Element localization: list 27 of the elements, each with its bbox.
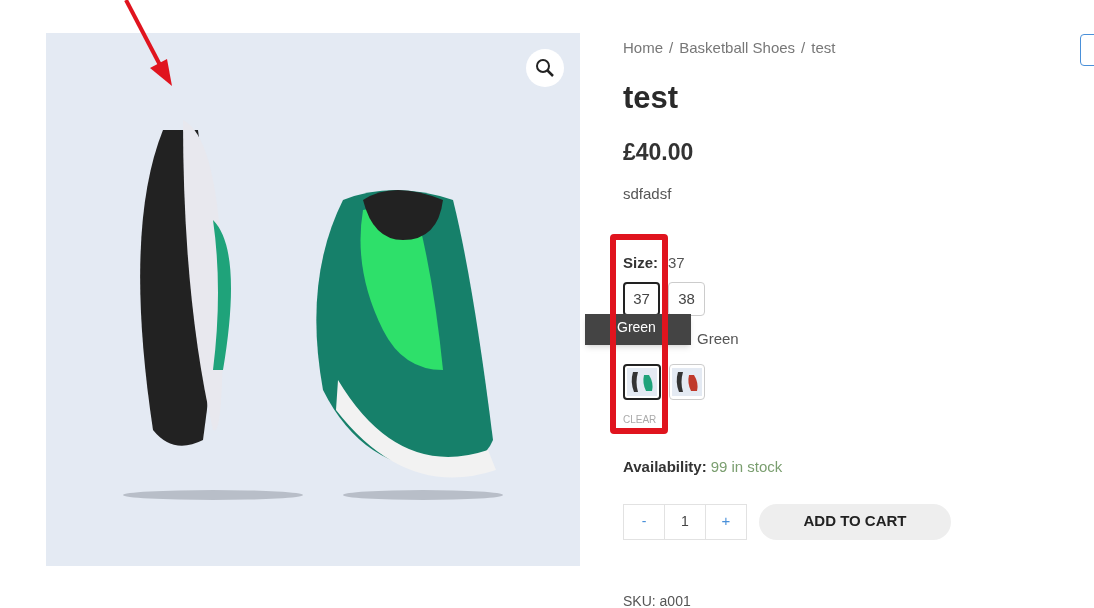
breadcrumb-link[interactable]: test — [811, 37, 836, 60]
product-description: sdfadsf — [623, 184, 673, 204]
shoe-thumbnail — [627, 368, 657, 396]
availability-value: 99 in stock — [710, 457, 783, 477]
add-to-cart-button[interactable]: ADD TO CART — [759, 503, 951, 540]
size-value: 37 — [668, 252, 685, 273]
clear-link[interactable]: CLEAR — [623, 412, 1094, 427]
increase-button[interactable]: + — [706, 504, 746, 539]
color-value: Green — [697, 329, 739, 349]
breadcrumb-link[interactable]: Basketball Shoes — [679, 37, 796, 60]
search-icon — [535, 58, 555, 78]
zoom-button[interactable] — [526, 49, 564, 87]
decrease-button[interactable]: - — [624, 504, 664, 539]
product-title: test — [623, 78, 680, 117]
breadcrumb-separator: / — [669, 38, 674, 58]
size-option[interactable]: 37 — [623, 282, 660, 316]
shoe-thumbnail — [672, 368, 702, 396]
breadcrumb-link[interactable]: Home — [623, 37, 663, 60]
size-label: Size: — [623, 252, 658, 273]
size-option[interactable]: 38 — [668, 282, 705, 316]
color-swatch[interactable] — [623, 364, 661, 400]
sku-text: SKU: a001 — [623, 591, 692, 608]
product-price: £40.00 — [623, 137, 695, 167]
breadcrumb-separator: / — [801, 38, 806, 58]
availability-label: Availability: — [623, 457, 707, 477]
quantity-field[interactable]: 1 — [664, 504, 706, 539]
quantity-stepper[interactable]: - 1 + — [623, 503, 747, 540]
